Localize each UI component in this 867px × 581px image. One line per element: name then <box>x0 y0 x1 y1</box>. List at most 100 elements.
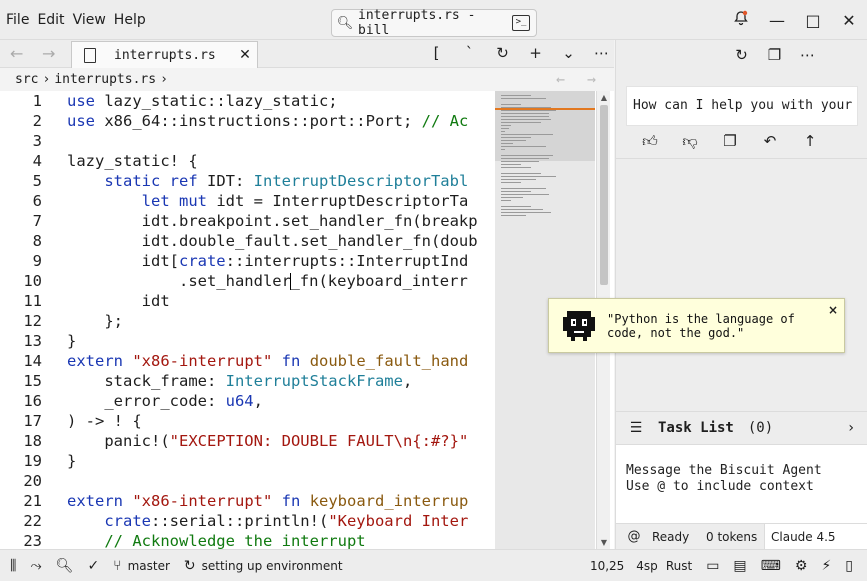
keyword-token: fn <box>281 352 301 370</box>
code-token: , <box>402 372 413 390</box>
line-number: 15 <box>23 372 42 390</box>
more-icon[interactable]: ⋯ <box>585 44 618 62</box>
close-icon[interactable]: × <box>828 303 838 317</box>
minimap-line <box>501 137 531 138</box>
thumbs-down-icon[interactable]: 👎︎ <box>670 132 710 151</box>
line-number: 21 <box>23 492 42 510</box>
code-line: use x86_64::instructions::port::Port; //… <box>67 111 495 131</box>
check-icon[interactable]: ✓ <box>87 558 99 574</box>
panel-icon[interactable]: ▤ <box>733 558 746 574</box>
sidebar-toggle-icon[interactable]: ⫼ <box>10 558 16 574</box>
line-number-gutter: 1 2 3 4 5 6 7 8 9 10 11 12 13 14 15 16 1… <box>0 91 50 549</box>
line-number: 14 <box>23 352 42 370</box>
code-token: lazy_static::lazy_static; <box>95 92 338 110</box>
chat-response: How can I help you with your <box>626 86 858 126</box>
prev-arrow-icon[interactable]: ← <box>556 70 565 88</box>
code-token: _fn(keyboard_interr <box>290 272 468 290</box>
minimap-line <box>501 128 509 129</box>
terminal-icon[interactable]: ⌨ <box>761 558 781 574</box>
search-icon[interactable]: 🔍︎ <box>56 558 74 574</box>
menu-help[interactable]: Help <box>114 12 146 28</box>
more-icon[interactable]: ⋯ <box>791 46 824 74</box>
refresh-icon[interactable]: ↻ <box>486 44 519 62</box>
maximize-icon[interactable]: □ <box>795 11 831 30</box>
cursor-position[interactable]: 10,25 <box>590 559 624 573</box>
chevron-down-icon[interactable]: ⌄ <box>552 44 585 62</box>
bolt-icon[interactable]: ⚡︎ <box>821 558 831 574</box>
line-number: 20 <box>23 472 42 490</box>
minimap-line <box>501 119 551 120</box>
menu-file[interactable]: File <box>6 12 29 28</box>
menu-view[interactable]: View <box>73 12 106 28</box>
bell-icon[interactable] <box>723 10 759 30</box>
line-number: 1 <box>32 92 42 110</box>
code-token: idt.breakpoint.set_handler_fn(breakp <box>67 212 478 230</box>
up-arrow-icon[interactable]: ↑ <box>790 132 830 151</box>
code-editor[interactable]: 1 2 3 4 5 6 7 8 9 10 11 12 13 14 15 16 1… <box>0 91 614 549</box>
command-search[interactable]: 🔍︎ interrupts.rs - bill >_ <box>331 8 537 38</box>
thumbs-up-icon[interactable]: 👍︎ <box>630 132 670 151</box>
model-selector[interactable]: Claude 4.5 Sonnet <box>764 523 867 570</box>
new-tab-icon[interactable]: + <box>519 44 552 62</box>
indentation[interactable]: 4sp <box>636 559 658 573</box>
minimap-line <box>501 206 531 207</box>
mention-button[interactable]: @ <box>616 529 652 544</box>
copy-icon[interactable]: ❐ <box>710 132 750 151</box>
breadcrumb-separator-icon: › <box>42 71 51 87</box>
code-line: idt.breakpoint.set_handler_fn(breakp <box>67 211 495 231</box>
go-to-icon[interactable]: ˋ <box>453 44 486 62</box>
git-branch[interactable]: master <box>128 559 170 573</box>
menu-edit[interactable]: Edit <box>37 12 64 28</box>
keyword-token: let <box>141 192 170 210</box>
code-token: .set_handler <box>67 272 291 290</box>
string-token: "x86-interrupt" <box>132 352 273 370</box>
language-mode[interactable]: Rust <box>666 559 692 573</box>
split-editor-icon[interactable]: [ <box>420 44 453 62</box>
scroll-down-icon[interactable]: ▼ <box>599 538 609 547</box>
notification-text: "Python is the language of code, not the… <box>607 312 795 340</box>
type-token: InterruptStackFrame <box>225 372 403 390</box>
chat-icon[interactable]: ▯ <box>845 558 853 574</box>
tab-label: interrupts.rs <box>114 47 216 63</box>
comment-token: // Acknowledge the interrupt <box>67 532 366 549</box>
close-icon[interactable]: ✕ <box>831 11 867 30</box>
breadcrumb-file[interactable]: interrupts.rs <box>54 72 156 87</box>
refresh-icon[interactable]: ↻ <box>725 46 758 74</box>
line-number: 4 <box>32 152 42 170</box>
undo-icon[interactable]: ↶ <box>750 132 790 151</box>
minimap-line <box>501 182 521 183</box>
copy-icon[interactable]: ❐ <box>758 46 791 74</box>
scrollbar-thumb[interactable] <box>600 105 608 285</box>
minimap-visible-region[interactable] <box>495 91 595 161</box>
next-arrow-icon[interactable]: → <box>587 70 596 88</box>
code-token: x86_64::instructions::port::Port; <box>95 112 422 130</box>
tab-interrupts-rs[interactable]: interrupts.rs ✕ <box>71 41 258 68</box>
agent-status-bar: @ Ready 0 tokens Claude 4.5 Sonnet <box>616 523 867 570</box>
layout-icon[interactable]: ▭ <box>706 558 719 574</box>
terminal-icon[interactable]: >_ <box>512 15 530 31</box>
code-lines[interactable]: use lazy_static::lazy_static; use x86_64… <box>67 91 495 549</box>
gear-icon[interactable]: ⚙ <box>795 558 808 574</box>
scroll-up-icon[interactable]: ▲ <box>599 93 609 102</box>
message-input[interactable]: Message the Biscuit Agent Use @ to inclu… <box>616 445 867 523</box>
code-token: lazy_static! { <box>67 152 198 170</box>
chevron-right-icon[interactable]: › <box>848 420 854 436</box>
minimap-line <box>501 191 531 192</box>
minimize-icon[interactable]: — <box>759 11 795 30</box>
task-list-header[interactable]: ☰ Task List (0) › <box>616 411 867 445</box>
code-token: idt <box>67 292 170 310</box>
source-control-icon[interactable]: ⤳ <box>30 558 41 574</box>
breadcrumb-src[interactable]: src <box>15 72 38 87</box>
back-arrow-icon[interactable]: ← <box>10 44 23 63</box>
string-token: "Keyboard Inter <box>328 512 469 530</box>
keyword-token: use <box>67 92 95 110</box>
code-line: }; <box>67 311 495 331</box>
minimap-line <box>501 167 531 168</box>
function-name-token: double_fault_hand <box>309 352 469 370</box>
forward-arrow-icon[interactable]: → <box>42 44 55 63</box>
minimap-line <box>501 131 505 132</box>
tab-close-icon[interactable]: ✕ <box>233 47 257 63</box>
